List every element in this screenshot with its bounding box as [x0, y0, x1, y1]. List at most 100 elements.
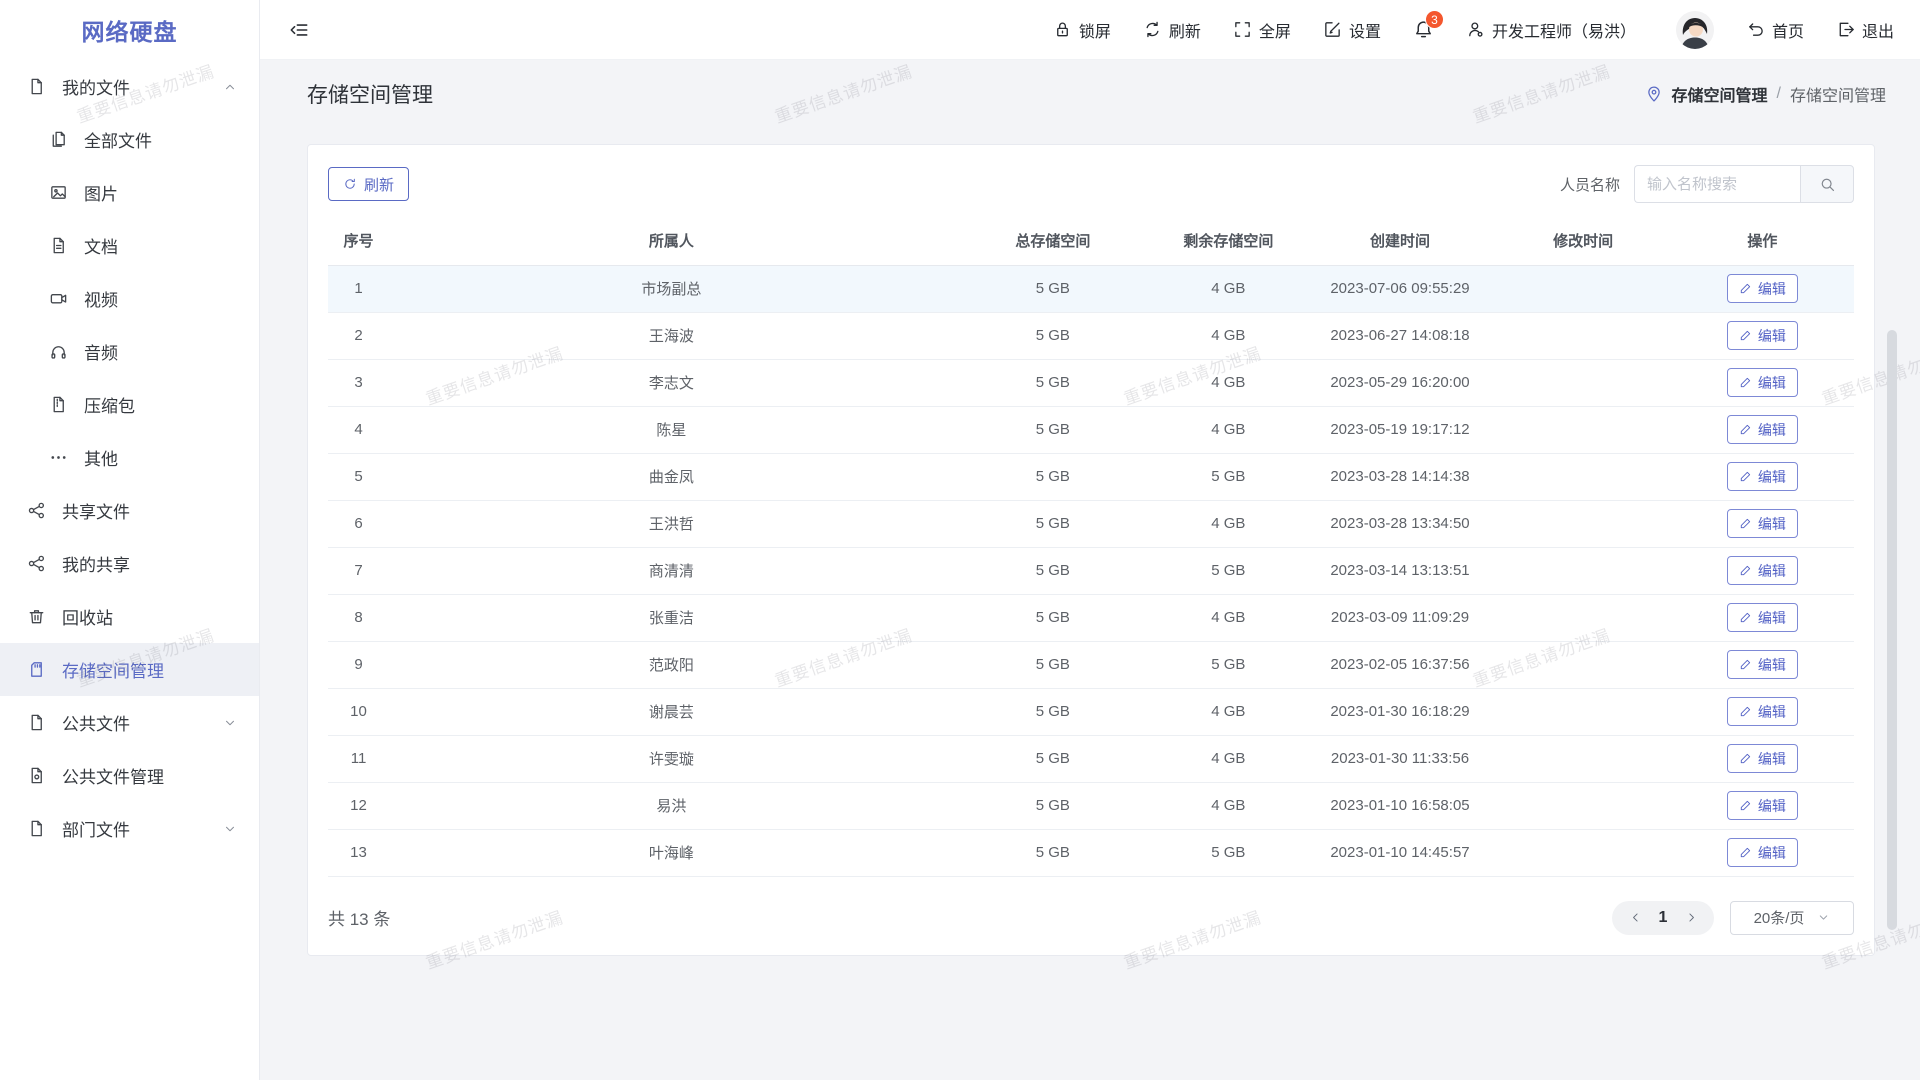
- logout-icon: [1836, 20, 1855, 39]
- table-row[interactable]: 2 王海波 5 GB 4 GB 2023-06-27 14:08:18: [328, 312, 1854, 359]
- cell-owner: 市场副总: [389, 265, 954, 312]
- edit-button[interactable]: 编辑: [1727, 509, 1798, 538]
- scrollbar-thumb[interactable]: [1887, 330, 1897, 930]
- collapse-sidebar-icon[interactable]: [288, 19, 310, 41]
- pager-pill: 1: [1612, 901, 1714, 935]
- storage-icon: [26, 660, 46, 680]
- cell-no: 8: [328, 594, 389, 641]
- logout-label: 退出: [1862, 18, 1894, 42]
- dots-icon: [48, 448, 68, 468]
- cell-created: 2023-01-10 14:45:57: [1305, 829, 1496, 876]
- cell-owner: 范政阳: [389, 641, 954, 688]
- table-row[interactable]: 1 市场副总 5 GB 4 GB 2023-07-06 09:55:29: [328, 265, 1854, 312]
- sidebar-item-my-shares[interactable]: 我的共享: [0, 537, 259, 590]
- table-row[interactable]: 3 李志文 5 GB 4 GB 2023-05-29 16:20:00: [328, 359, 1854, 406]
- home-button[interactable]: 首页: [1746, 18, 1804, 42]
- sidebar-item-label: 音频: [84, 339, 118, 364]
- file-manage-icon: [26, 766, 46, 786]
- cell-no: 4: [328, 406, 389, 453]
- table-row[interactable]: 7 商清清 5 GB 5 GB 2023-03-14 13:13:51: [328, 547, 1854, 594]
- pencil-icon: [1739, 470, 1752, 483]
- search-input[interactable]: [1634, 165, 1800, 203]
- fullscreen-button[interactable]: 全屏: [1233, 18, 1291, 42]
- edit-button[interactable]: 编辑: [1727, 321, 1798, 350]
- table-row[interactable]: 4 陈星 5 GB 4 GB 2023-05-19 19:17:12: [328, 406, 1854, 453]
- logout-button[interactable]: 退出: [1836, 18, 1894, 42]
- pencil-icon: [1739, 611, 1752, 624]
- edit-button[interactable]: 编辑: [1727, 415, 1798, 444]
- lock-screen-label: 锁屏: [1079, 18, 1111, 42]
- edit-button[interactable]: 编辑: [1727, 462, 1798, 491]
- edit-button-label: 编辑: [1758, 420, 1786, 440]
- breadcrumb-item-current: 存储空间管理: [1790, 82, 1886, 106]
- cell-free: 4 GB: [1152, 782, 1305, 829]
- table-row[interactable]: 6 王洪哲 5 GB 4 GB 2023-03-28 13:34:50: [328, 500, 1854, 547]
- edit-button[interactable]: 编辑: [1727, 697, 1798, 726]
- edit-button[interactable]: 编辑: [1727, 368, 1798, 397]
- table-row[interactable]: 10 谢晨芸 5 GB 4 GB 2023-01-30 16:18:29: [328, 688, 1854, 735]
- cell-created: 2023-01-30 16:18:29: [1305, 688, 1496, 735]
- sidebar-item-audio[interactable]: 音频: [0, 325, 259, 378]
- total-count: 共 13 条: [328, 905, 390, 930]
- edit-button-label: 编辑: [1758, 843, 1786, 863]
- sidebar-item-public-files-management[interactable]: 公共文件管理: [0, 749, 259, 802]
- page-size-select[interactable]: 20条/页: [1730, 901, 1854, 935]
- sidebar-item-shared-files[interactable]: 共享文件: [0, 484, 259, 537]
- cell-no: 3: [328, 359, 389, 406]
- table-footer: 共 13 条 1 20条/页: [328, 901, 1854, 935]
- page-size-value: 20条/页: [1754, 907, 1805, 928]
- sidebar-item-archives[interactable]: 压缩包: [0, 378, 259, 431]
- table-row[interactable]: 8 张重洁 5 GB 4 GB 2023-03-09 11:09:29: [328, 594, 1854, 641]
- sidebar-item-images[interactable]: 图片: [0, 166, 259, 219]
- cell-modified: [1495, 641, 1670, 688]
- table-row[interactable]: 11 许雯璇 5 GB 4 GB 2023-01-30 11:33:56: [328, 735, 1854, 782]
- prev-page-button[interactable]: [1622, 911, 1648, 924]
- share-icon: [26, 501, 46, 521]
- edit-button[interactable]: 编辑: [1727, 603, 1798, 632]
- sidebar-item-my-files[interactable]: 我的文件: [0, 60, 259, 113]
- breadcrumb-item[interactable]: 存储空间管理: [1672, 82, 1768, 106]
- cell-created: 2023-07-06 09:55:29: [1305, 265, 1496, 312]
- cell-no: 5: [328, 453, 389, 500]
- cell-modified: [1495, 265, 1670, 312]
- cell-free: 4 GB: [1152, 735, 1305, 782]
- edit-button[interactable]: 编辑: [1727, 744, 1798, 773]
- sidebar-item-documents[interactable]: 文档: [0, 219, 259, 272]
- refresh-button[interactable]: 刷新: [1143, 18, 1201, 42]
- search-button[interactable]: [1800, 165, 1854, 203]
- lock-screen-button[interactable]: 锁屏: [1053, 18, 1111, 42]
- sidebar-item-all-files[interactable]: 全部文件: [0, 113, 259, 166]
- sidebar-item-public-files[interactable]: 公共文件: [0, 696, 259, 749]
- cell-owner: 曲金凤: [389, 453, 954, 500]
- sidebar-item-others[interactable]: 其他: [0, 431, 259, 484]
- user-menu[interactable]: 开发工程师（易洪）: [1466, 18, 1636, 42]
- cell-free: 4 GB: [1152, 688, 1305, 735]
- sidebar-item-label: 视频: [84, 286, 118, 311]
- edit-button[interactable]: 编辑: [1727, 838, 1798, 867]
- current-page[interactable]: 1: [1648, 909, 1678, 927]
- table-row[interactable]: 12 易洪 5 GB 4 GB 2023-01-10 16:58:05: [328, 782, 1854, 829]
- pencil-icon: [1739, 564, 1752, 577]
- sidebar-item-recycle-bin[interactable]: 回收站: [0, 590, 259, 643]
- edit-button[interactable]: 编辑: [1727, 274, 1798, 303]
- cell-actions: 编辑: [1671, 406, 1854, 453]
- cell-no: 12: [328, 782, 389, 829]
- table-body: 1 市场副总 5 GB 4 GB 2023-07-06 09:55:29: [328, 265, 1854, 876]
- edit-button[interactable]: 编辑: [1727, 791, 1798, 820]
- edit-button[interactable]: 编辑: [1727, 556, 1798, 585]
- edit-button[interactable]: 编辑: [1727, 650, 1798, 679]
- cell-total: 5 GB: [954, 312, 1152, 359]
- settings-button[interactable]: 设置: [1323, 18, 1381, 42]
- cell-actions: 编辑: [1671, 641, 1854, 688]
- next-page-button[interactable]: [1678, 911, 1704, 924]
- sidebar-item-videos[interactable]: 视频: [0, 272, 259, 325]
- table-refresh-button[interactable]: 刷新: [328, 167, 409, 201]
- table-row[interactable]: 13 叶海峰 5 GB 5 GB 2023-01-10 14:45:57: [328, 829, 1854, 876]
- avatar[interactable]: [1676, 11, 1714, 49]
- sidebar-item-storage-management[interactable]: 存储空间管理: [0, 643, 259, 696]
- sidebar-item-department-files[interactable]: 部门文件: [0, 802, 259, 855]
- table-row[interactable]: 5 曲金凤 5 GB 5 GB 2023-03-28 14:14:38: [328, 453, 1854, 500]
- fullscreen-label: 全屏: [1259, 18, 1291, 42]
- table-row[interactable]: 9 范政阳 5 GB 5 GB 2023-02-05 16:37:56: [328, 641, 1854, 688]
- notifications-button[interactable]: 3: [1413, 19, 1434, 40]
